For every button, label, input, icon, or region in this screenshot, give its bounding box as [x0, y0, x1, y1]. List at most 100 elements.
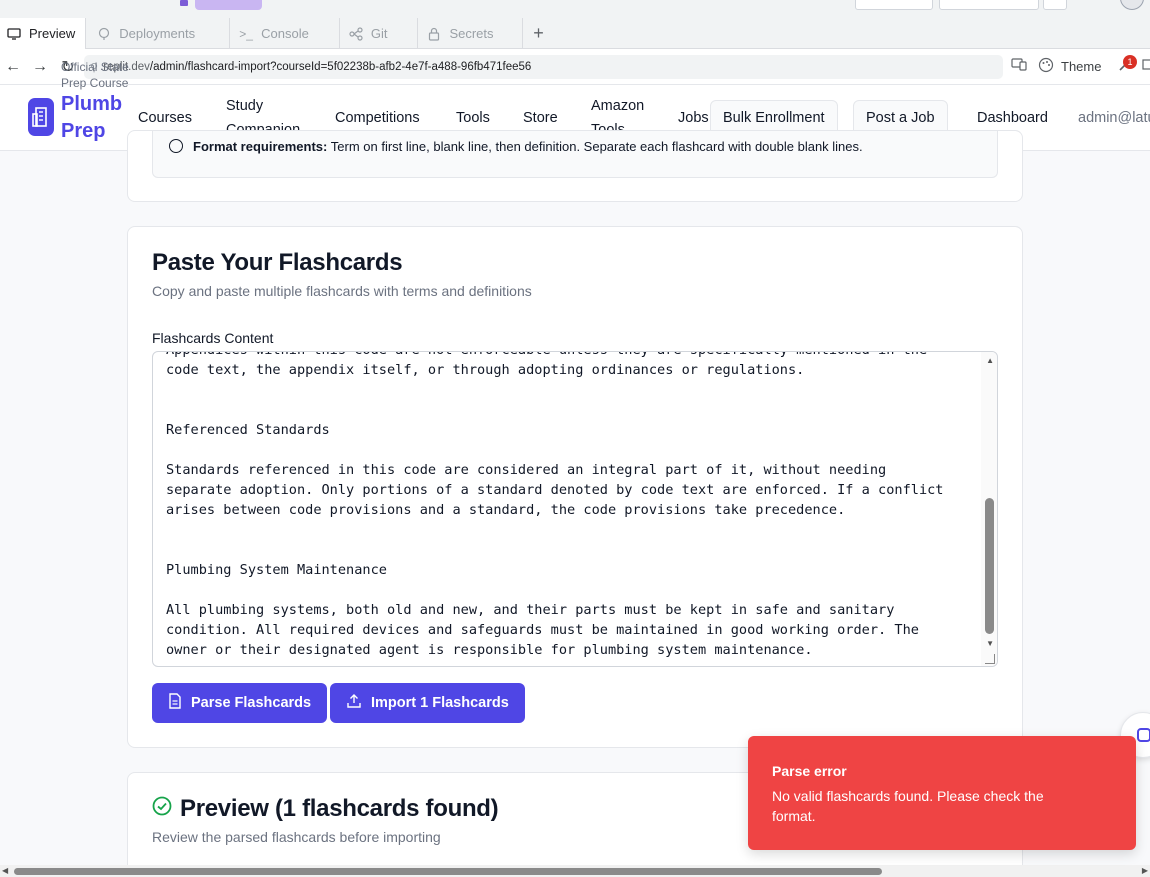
devices-icon[interactable]	[1011, 57, 1027, 71]
forward-button[interactable]: →	[29, 56, 51, 78]
brand-tagline-line1: Official State	[61, 60, 129, 74]
textarea-line: All plumbing systems, both old and new, …	[166, 602, 895, 618]
nav-jobs[interactable]: Jobs	[678, 106, 709, 130]
textarea-line: code text, the appendix itself, or throu…	[166, 362, 805, 378]
replit-logo-icon	[180, 0, 188, 6]
nav-tools[interactable]: Tools	[456, 106, 490, 130]
flashcards-textarea[interactable]: Appendices within this code are not enfo…	[152, 351, 998, 667]
brand-tagline-line2: Prep Course	[61, 76, 129, 90]
page-horizontal-scrollbar[interactable]: ◀ ▶	[0, 865, 1150, 877]
toolbar-control[interactable]	[1043, 0, 1067, 10]
toast-title: Parse error	[772, 763, 847, 779]
add-tab-button[interactable]: +	[523, 18, 555, 48]
textarea-line	[166, 520, 976, 540]
building-logo-icon[interactable]	[28, 98, 54, 136]
textarea-line: separate adoption. Only portions of a st…	[166, 482, 944, 498]
textarea-scrollbar[interactable]: ▲ ▼	[981, 352, 997, 666]
user-menu[interactable]: admin@latu	[1078, 106, 1150, 130]
nav-study-line1: Study	[226, 98, 264, 114]
monitor-icon	[6, 26, 22, 42]
url-path: /admin/flashcard-import?courseId=5f02238…	[149, 61, 532, 73]
textarea-line	[166, 580, 976, 600]
textarea-line: Referenced Standards	[166, 422, 330, 438]
import-flashcards-button[interactable]: Import 1 Flashcards	[330, 683, 525, 723]
flashcards-textarea-content: Appendices within this code are not enfo…	[166, 352, 976, 660]
check-circle-icon	[152, 795, 172, 823]
tab-deployments[interactable]: Deployments	[86, 18, 231, 49]
format-requirements-box: Format requirements: Term on first line,…	[152, 131, 998, 178]
tab-preview[interactable]: Preview	[0, 18, 87, 49]
toolbar-control[interactable]	[855, 0, 933, 10]
info-circle-icon	[169, 139, 183, 153]
card-description: Copy and paste multiple flashcards with …	[152, 283, 532, 299]
theme-button[interactable]: Theme	[1038, 57, 1101, 76]
horizontal-scrollbar-thumb[interactable]	[14, 868, 882, 875]
nav-courses[interactable]: Courses	[138, 106, 192, 130]
back-button[interactable]: ←	[2, 56, 24, 78]
address-bar-row: ← → ↻ ⚲ .replit.dev/admin/flashcard-impo…	[0, 49, 1150, 85]
tab-label: Secrets	[449, 26, 494, 41]
tab-label: Preview	[29, 26, 76, 41]
textarea-line: owner or their designated agent is respo…	[166, 642, 813, 658]
format-requirements-label: Format requirements:	[193, 139, 328, 154]
upload-icon	[346, 693, 362, 713]
paste-flashcards-card: Paste Your Flashcards Copy and paste mul…	[127, 226, 1023, 748]
scroll-down-arrow-icon[interactable]: ▼	[986, 639, 994, 648]
import-button-label: Import 1 Flashcards	[371, 695, 509, 711]
preview-title: Preview (1 flashcards found)	[152, 795, 499, 823]
textarea-line	[166, 540, 976, 560]
scrollbar-thumb[interactable]	[985, 498, 994, 634]
textarea-line	[166, 440, 976, 460]
preview-description: Review the parsed flashcards before impo…	[152, 829, 441, 845]
url-input[interactable]: ⚲ .replit.dev/admin/flashcard-import?cou…	[84, 55, 1003, 79]
textarea-line	[166, 380, 976, 400]
nav-competitions[interactable]: Competitions	[335, 106, 420, 130]
scroll-left-arrow-icon[interactable]: ◀	[2, 866, 8, 875]
toolbar-control[interactable]	[939, 0, 1039, 10]
theme-label: Theme	[1061, 59, 1102, 74]
textarea-line	[166, 400, 976, 420]
textarea-line: Plumbing System Maintenance	[166, 562, 387, 578]
textarea-line: condition. All required devices and safe…	[166, 622, 919, 638]
tab-label: Console	[261, 26, 309, 41]
error-toast[interactable]: Parse error No valid flashcards found. P…	[748, 736, 1136, 850]
textarea-line: Appendices within this code are not enfo…	[166, 352, 976, 360]
nav-store[interactable]: Store	[523, 106, 558, 130]
brand-name-line1: Plumb	[61, 93, 123, 115]
card-title: Paste Your Flashcards	[152, 249, 403, 276]
assistant-icon	[1137, 728, 1150, 742]
instructions-card: Format requirements: Term on first line,…	[127, 130, 1023, 202]
brand-tagline: Official State Prep Course	[61, 59, 129, 91]
nav-amazon-line1: Amazon	[591, 98, 645, 114]
parse-button-label: Parse Flashcards	[191, 695, 312, 711]
workspace-pill[interactable]	[195, 0, 262, 10]
resize-handle-icon[interactable]	[985, 654, 995, 664]
textarea-line: Standards referenced in this code are co…	[166, 462, 887, 478]
tab-secrets[interactable]: Secrets	[418, 18, 523, 49]
scroll-right-arrow-icon[interactable]: ▶	[1142, 866, 1148, 875]
deploy-icon	[96, 26, 112, 42]
format-requirements: Format requirements: Term on first line,…	[169, 139, 863, 154]
format-requirements-text: Term on first line, blank line, then def…	[330, 139, 863, 154]
toast-message: No valid flashcards found. Please check …	[772, 788, 1044, 824]
palette-icon	[1038, 57, 1054, 76]
tab-git[interactable]: Git	[340, 18, 419, 49]
git-icon	[348, 26, 364, 42]
tab-console[interactable]: >_ Console	[230, 18, 340, 49]
flashcards-content-label: Flashcards Content	[152, 330, 274, 346]
scroll-up-arrow-icon[interactable]: ▲	[986, 356, 994, 365]
lock-icon	[426, 26, 442, 42]
extension-icon[interactable]	[1141, 57, 1150, 71]
avatar[interactable]	[1120, 0, 1144, 10]
tab-label: Git	[370, 26, 388, 41]
browser-top-strip	[0, 0, 1150, 18]
terminal-icon: >_	[239, 26, 253, 41]
notification-badge: 1	[1123, 55, 1137, 69]
workspace-tabs: Preview Deployments >_ Console Git Secre…	[0, 18, 1150, 49]
nav-dashboard[interactable]: Dashboard	[977, 106, 1048, 130]
brand-name[interactable]: Plumb Prep	[61, 91, 122, 145]
preview-title-text: Preview (1 flashcards found)	[180, 795, 499, 822]
tab-label: Deployments	[119, 26, 196, 41]
textarea-line: arises between code provisions and a sta…	[166, 502, 846, 518]
parse-flashcards-button[interactable]: Parse Flashcards	[152, 683, 328, 723]
